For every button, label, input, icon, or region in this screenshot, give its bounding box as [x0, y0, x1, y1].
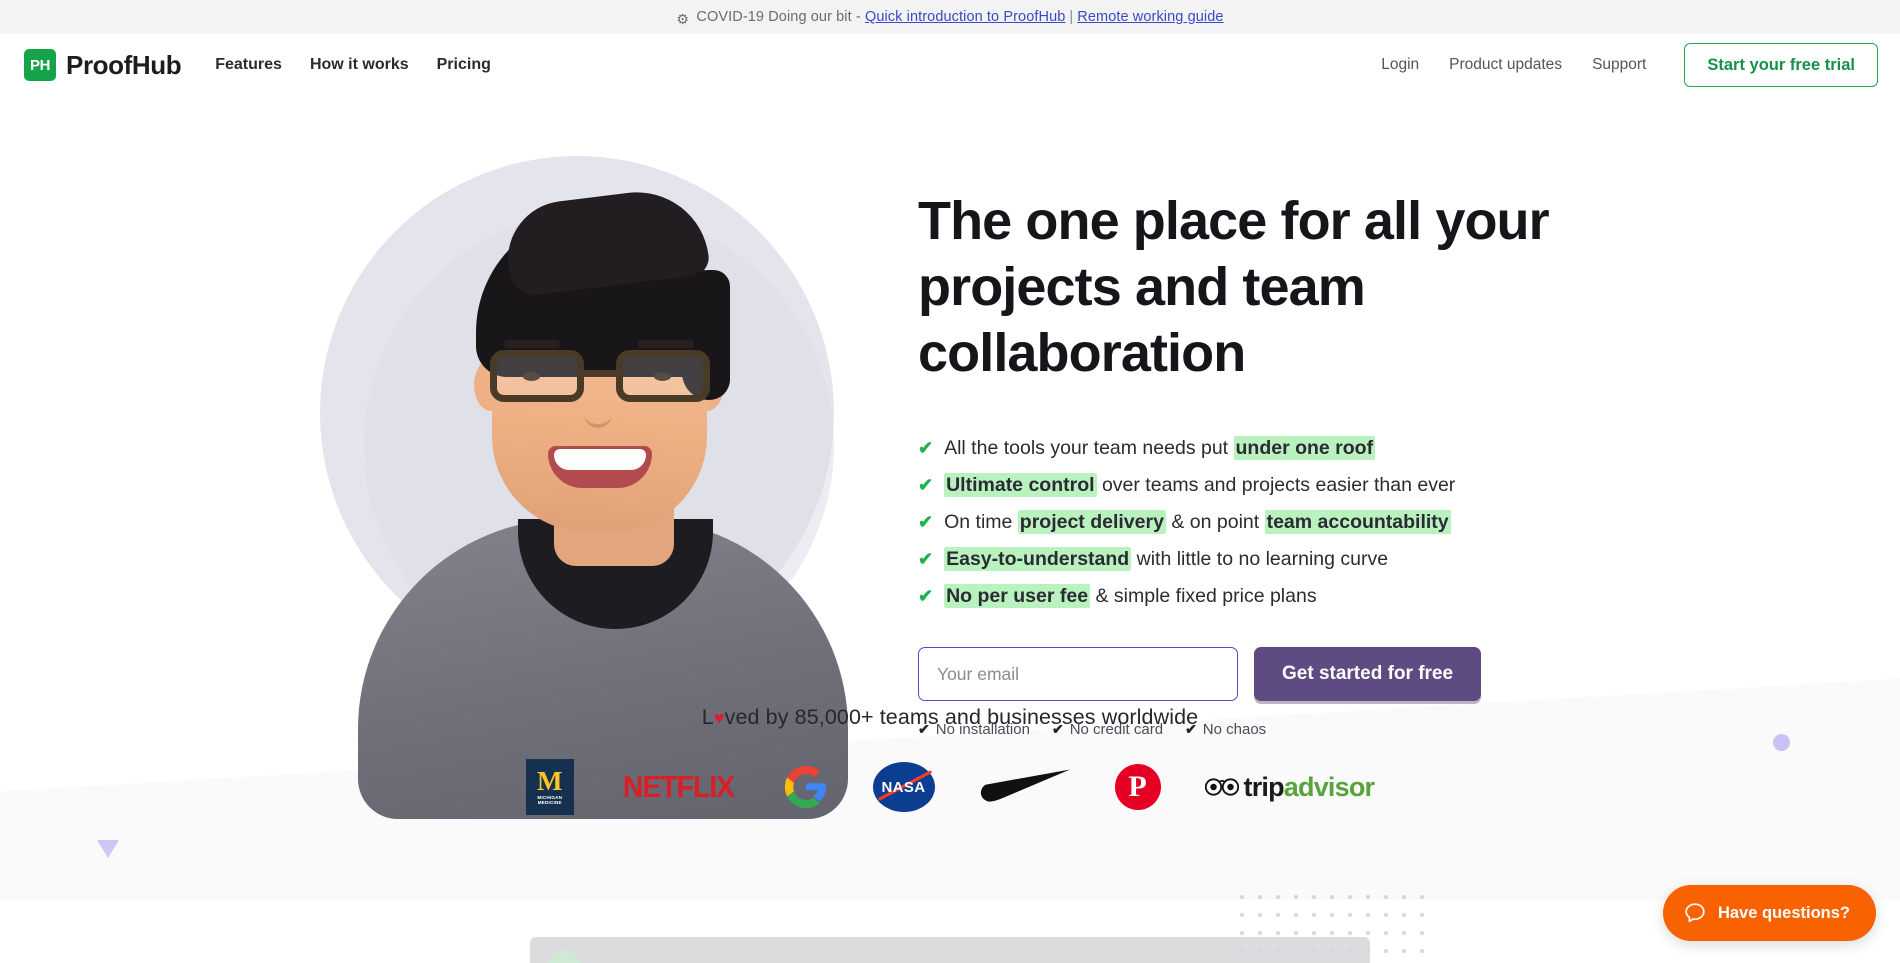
remote-working-guide-link[interactable]: Remote working guide — [1077, 9, 1223, 25]
logo-pinterest: P — [1114, 764, 1161, 810]
chat-bubble-icon — [1685, 903, 1705, 923]
logo-tripadvisor: trip advisor — [1204, 772, 1375, 803]
hero-portrait-photo — [358, 174, 848, 819]
logo-google — [783, 764, 829, 810]
logo-nasa: NASA — [872, 762, 935, 812]
nav-item-pricing[interactable]: Pricing — [437, 56, 491, 74]
email-input[interactable] — [918, 647, 1238, 701]
start-free-trial-button[interactable]: Start your free trial — [1684, 42, 1878, 88]
covid-banner-text: COVID-19 Doing our bit - — [696, 9, 865, 25]
app-preview-logo-icon — [548, 951, 582, 963]
check-icon: ✔ — [918, 475, 934, 495]
page-title: The one place for all your projects and … — [918, 191, 1550, 383]
eyeglasses-icon — [486, 350, 718, 404]
list-item: ✔ No per user fee & simple fixed price p… — [918, 578, 1638, 615]
signup-form: Get started for free — [918, 647, 1638, 701]
logo-michigan-medicine: M MICHIGAN MEDICINE — [525, 759, 574, 815]
covid-announcement-bar: ⚙ COVID-19 Doing our bit - Quick introduc… — [0, 0, 1900, 34]
brand-logo[interactable]: PH ProofHub — [24, 49, 182, 81]
help-chat-button[interactable]: Have questions? — [1662, 885, 1876, 941]
check-icon: ✔ — [918, 438, 934, 458]
nav-item-how-it-works[interactable]: How it works — [310, 56, 409, 74]
list-item: ✔ Ultimate control over teams and projec… — [918, 467, 1638, 504]
proofhub-landing-page: ⚙ COVID-19 Doing our bit - Quick introduc… — [0, 0, 1900, 963]
logo-netflix: NETFLIX — [622, 769, 735, 804]
hero-content: The one place for all your projects and … — [918, 188, 1638, 738]
social-proof-title: L♥ved by 85,000+ teams and businesses wo… — [701, 705, 1199, 729]
hero-image — [268, 114, 908, 819]
nav-item-features[interactable]: Features — [215, 56, 282, 74]
brand-name: ProofHub — [66, 49, 182, 80]
list-item: ✔ All the tools your team needs put unde… — [918, 430, 1638, 467]
gear-icon: ⚙ — [676, 11, 690, 27]
main-navigation-bar: PH ProofHub Features How it works Pricin… — [0, 34, 1900, 96]
heart-icon: ♥ — [713, 708, 725, 728]
logo-nike — [979, 768, 1071, 806]
primary-nav-links: Features How it works Pricing — [215, 56, 491, 74]
nav-item-product-updates[interactable]: Product updates — [1449, 56, 1562, 74]
social-proof-section: L♥ved by 85,000+ teams and businesses wo… — [0, 705, 1900, 818]
benefit-text-5: No per user fee & simple fixed price pla… — [944, 584, 1317, 608]
check-icon: ✔ — [918, 586, 934, 606]
check-icon: ✔ — [918, 549, 934, 569]
check-icon: ✔ — [918, 512, 934, 532]
get-started-button[interactable]: Get started for free — [1254, 647, 1482, 701]
benefit-text-4: Easy-to-understand with little to no lea… — [944, 547, 1389, 571]
nav-item-login[interactable]: Login — [1381, 56, 1419, 74]
benefit-text-1: All the tools your team needs put under … — [944, 436, 1376, 460]
quick-introduction-link[interactable]: Quick introduction to ProofHub — [865, 9, 1065, 25]
list-item: ✔ On time project delivery & on point te… — [918, 504, 1638, 541]
nav-item-support[interactable]: Support — [1592, 56, 1646, 74]
benefit-text-3: On time project delivery & on point team… — [944, 510, 1451, 534]
decorative-triangle-icon — [97, 840, 119, 858]
decorative-dot-grid — [1240, 895, 1440, 963]
benefit-text-2: Ultimate control over teams and projects… — [944, 473, 1456, 497]
customer-logo-row: M MICHIGAN MEDICINE NETFLIX NASA P trip … — [0, 756, 1900, 818]
list-item: ✔ Easy-to-understand with little to no l… — [918, 541, 1638, 578]
chat-button-label: Have questions? — [1717, 903, 1850, 922]
banner-separator: | — [1069, 9, 1074, 25]
hero-benefits-list: ✔ All the tools your team needs put unde… — [918, 430, 1638, 615]
secondary-nav-links: Login Product updates Support Start your… — [1381, 42, 1878, 88]
proofhub-logo-icon: PH — [24, 49, 56, 81]
